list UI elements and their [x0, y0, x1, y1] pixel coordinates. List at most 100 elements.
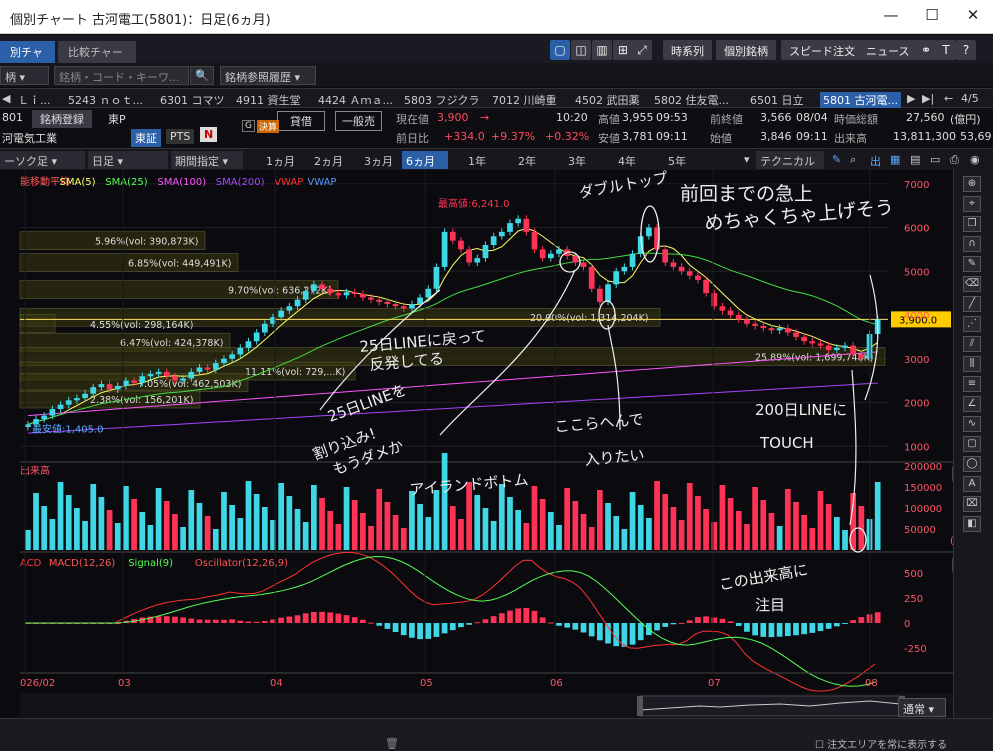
- period-4y[interactable]: 4年: [614, 151, 640, 169]
- history-select[interactable]: 銘柄参照履歴 ▾: [220, 66, 316, 85]
- lending-button[interactable]: 貸借: [277, 111, 325, 131]
- volume-toggle-icon[interactable]: 出: [866, 151, 885, 169]
- ticker-item[interactable]: Ｌｉ...: [18, 92, 51, 108]
- interval-select[interactable]: 日足 ▾: [88, 151, 168, 169]
- period-3y[interactable]: 3年: [564, 151, 590, 169]
- text-tool-icon[interactable]: A: [963, 476, 981, 492]
- timeseries-button[interactable]: 時系列: [663, 40, 712, 60]
- macd-histogram-bar: [613, 623, 620, 647]
- layout-triple-icon[interactable]: ▥: [592, 40, 612, 60]
- period-2y[interactable]: 2年: [514, 151, 540, 169]
- wave-icon[interactable]: ∿: [963, 416, 981, 432]
- close-button[interactable]: ✕: [958, 6, 988, 28]
- chart-area[interactable]: 5.96%(vol: 390,873K) 6.85%(vol: 449,491K)…: [0, 170, 993, 718]
- draw-pen-icon[interactable]: ✎: [828, 151, 845, 169]
- candle-select[interactable]: ーソク足 ▾: [0, 151, 85, 169]
- trash-tool-icon[interactable]: ⌧: [963, 496, 981, 512]
- candle-body: [817, 343, 824, 346]
- expand-icon[interactable]: ⤢: [632, 40, 652, 60]
- period-1m[interactable]: 1ヵ月: [262, 151, 299, 169]
- volume-profile-label: 11.11%(vol: 729,...K): [245, 367, 345, 378]
- folder-icon[interactable]: ▭: [926, 151, 944, 169]
- cursor-icon[interactable]: ⊕: [963, 176, 981, 192]
- market-select[interactable]: 柄 ▾: [0, 66, 49, 85]
- print-icon[interactable]: ⎙: [946, 151, 963, 169]
- ticker-item[interactable]: 6501 日立: [750, 92, 804, 108]
- period-2m[interactable]: 2ヵ月: [310, 151, 347, 169]
- period-5y[interactable]: 5年: [664, 151, 690, 169]
- channel-icon[interactable]: ⫽: [963, 336, 981, 352]
- ticker-item[interactable]: 4502 武田薬: [575, 92, 640, 108]
- toggle-icon[interactable]: ◧: [963, 516, 981, 532]
- period-3m[interactable]: 3ヵ月: [360, 151, 397, 169]
- high-label: 高値: [598, 113, 620, 126]
- circle-icon[interactable]: ◯: [963, 456, 981, 472]
- ticker-back-icon[interactable]: ←: [944, 92, 953, 105]
- magnet-icon[interactable]: ∩: [963, 236, 981, 252]
- g-icon[interactable]: G: [242, 120, 255, 132]
- square-icon[interactable]: ▢: [963, 436, 981, 452]
- camera-icon[interactable]: ◉: [966, 151, 984, 169]
- save-icon[interactable]: ▤: [906, 151, 924, 169]
- legend-item: SMA(5): [60, 177, 96, 188]
- technical-select[interactable]: テクニカル ▾: [756, 151, 824, 182]
- link-icon[interactable]: ⚭: [916, 40, 936, 60]
- search-input[interactable]: 銘柄・コード・キーワ...: [54, 66, 189, 85]
- candle-body: [686, 271, 693, 276]
- period-6m[interactable]: 6ヵ月: [402, 151, 448, 169]
- news-button[interactable]: ニュース: [858, 40, 918, 60]
- ticker-prev-icon[interactable]: ◀: [2, 92, 10, 105]
- range-select[interactable]: 期間指定 ▾: [171, 151, 243, 169]
- macd-histogram-bar: [482, 619, 489, 623]
- volume-bar: [212, 529, 219, 550]
- settlement-icon[interactable]: 決算: [257, 120, 280, 133]
- layout-quad-icon[interactable]: ⊞: [613, 40, 633, 60]
- period-1y[interactable]: 1年: [464, 151, 490, 169]
- ticker-item[interactable]: 4911 資生堂: [236, 92, 301, 108]
- zoom-icon[interactable]: ⌕: [846, 151, 860, 169]
- ticker-item[interactable]: 6301 コマツ: [160, 92, 225, 108]
- line-icon[interactable]: ╱: [963, 296, 981, 312]
- mode-select[interactable]: 通常 ▾: [898, 698, 946, 717]
- indicator-icon[interactable]: ▦: [886, 151, 904, 169]
- ticker-next-icon[interactable]: ▶: [907, 92, 915, 105]
- eraser-icon[interactable]: ⌫: [963, 276, 981, 292]
- ticker-last-icon[interactable]: ▶|: [922, 92, 934, 105]
- tab-individual-chart[interactable]: 別チャート: [0, 41, 55, 75]
- ticker-item[interactable]: 5243 ｎｏｔ...: [68, 92, 143, 108]
- search-icon[interactable]: 🔍: [190, 66, 214, 85]
- ticker-item[interactable]: 5803 フジクラ: [404, 92, 480, 108]
- maximize-button[interactable]: ☐: [917, 6, 947, 28]
- angle-icon[interactable]: ∠: [963, 396, 981, 412]
- ticker-item[interactable]: 7012 川崎重: [492, 92, 557, 108]
- period-dropdown-icon[interactable]: ▾: [740, 151, 754, 169]
- nikkei-n-icon[interactable]: N: [200, 127, 218, 142]
- fib-icon[interactable]: ≡: [963, 376, 981, 392]
- trash-icon[interactable]: 🗑: [385, 737, 399, 750]
- ticker-item[interactable]: 5802 住友電...: [654, 92, 729, 108]
- always-show-checkbox[interactable]: ☐ 注文エリアを常に表示する: [815, 736, 947, 751]
- minimize-button[interactable]: —: [876, 6, 906, 28]
- candle-body: [735, 315, 742, 320]
- ticker-item[interactable]: 4424 Ａｍａ...: [318, 92, 393, 108]
- tab-compare-chart[interactable]: 比較チャート: [58, 41, 136, 75]
- help-icon[interactable]: ?: [956, 40, 976, 60]
- fan-icon[interactable]: ⋰: [963, 316, 981, 332]
- layout-single-icon[interactable]: ▢: [550, 40, 570, 60]
- tse-button[interactable]: 東証: [131, 129, 161, 147]
- macd-histogram-bar: [670, 623, 677, 625]
- pts-button[interactable]: PTS: [166, 129, 195, 144]
- min-price-label: 最安値:1,405.0: [32, 423, 104, 436]
- ticker-item-active[interactable]: 5801 古河電...: [820, 92, 901, 108]
- layout-double-icon[interactable]: ◫: [571, 40, 591, 60]
- text-icon[interactable]: T: [936, 40, 956, 60]
- pencil-icon[interactable]: ✎: [963, 256, 981, 272]
- crosshair-icon[interactable]: ⌖: [963, 196, 981, 212]
- copy-icon[interactable]: ❐: [963, 216, 981, 232]
- stock-button[interactable]: 個別銘柄: [716, 40, 776, 60]
- register-button[interactable]: 銘柄登録: [32, 110, 92, 128]
- general-sell-button[interactable]: 一般売: [335, 111, 382, 131]
- speed-order-button[interactable]: スピード注文: [781, 40, 863, 60]
- macd-histogram-bar: [727, 621, 734, 623]
- vertical-lines-icon[interactable]: ⫼: [963, 356, 981, 372]
